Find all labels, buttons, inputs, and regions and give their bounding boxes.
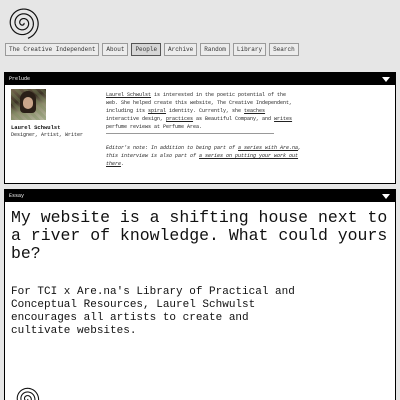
person-name: Laurel Schwulst [11,124,61,131]
essay-panel: Essay My website is a shifting house nex… [4,189,396,400]
divider [106,133,274,134]
nav-people[interactable]: People [131,43,162,56]
bio-paragraph: Laurel Schwulst is interested in the poe… [106,92,293,130]
essay-subhead: For TCI x Are.na's Library of Practical … [11,286,295,337]
practices-link[interactable]: practices [166,116,193,122]
caret-down-icon[interactable] [382,77,390,82]
teaches-link[interactable]: teaches [244,108,265,114]
bio-name-link[interactable]: Laurel Schwulst [106,92,151,98]
nav-library[interactable]: Library [232,43,267,56]
spiral-logo-icon[interactable] [6,6,40,40]
essay-headline: My website is a shifting house next to a… [11,208,388,263]
main-nav: The Creative Independent About People Ar… [5,43,299,56]
prelude-title: Prelude [9,76,31,82]
arena-series-link[interactable]: a series with Are.na [238,145,298,151]
nav-about[interactable]: About [102,43,129,56]
editors-note: Editor's note: In addition to being part… [106,145,302,167]
nav-search[interactable]: Search [269,43,299,56]
prelude-panel: Prelude Laurel Schwulst Designer, Artist… [4,72,396,184]
caret-down-icon[interactable] [382,194,390,199]
spiral-icon [16,387,40,400]
writes-link[interactable]: writes [274,116,292,122]
nav-random[interactable]: Random [200,43,230,56]
prelude-header[interactable]: Prelude [5,73,395,85]
nav-archive[interactable]: Archive [164,43,198,56]
avatar [11,89,46,120]
nav-the-creative-independent[interactable]: The Creative Independent [5,43,100,56]
essay-title: Essay [9,193,25,199]
spiral-link[interactable]: spiral [148,108,166,114]
person-role: Designer, Artist, Writer [11,132,84,138]
essay-header[interactable]: Essay [5,190,395,202]
